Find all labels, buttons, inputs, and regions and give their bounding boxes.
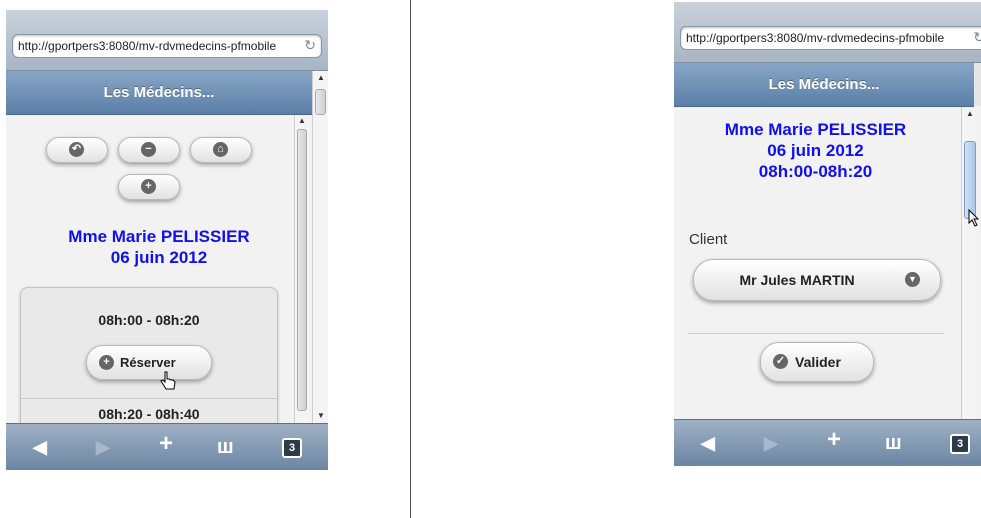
scroll-up-arrow[interactable]: ▲ bbox=[966, 109, 974, 118]
reserve-button[interactable]: + Réserver bbox=[86, 345, 212, 380]
add-bookmark-icon[interactable]: + bbox=[827, 428, 841, 452]
separator-line bbox=[410, 0, 411, 518]
page-content: ↶ − ⌂ + Mme Marie PELISSIER 06 juin 2012… bbox=[6, 115, 312, 439]
forward-icon[interactable]: ▶ bbox=[764, 433, 778, 453]
tabs-icon[interactable]: 3 bbox=[282, 438, 302, 458]
page-scrollbar[interactable] bbox=[974, 63, 981, 106]
slot-divider bbox=[21, 398, 277, 399]
tabs-icon[interactable]: 3 bbox=[950, 434, 970, 454]
back-arrow-icon: ↶ bbox=[69, 142, 84, 157]
content-scroll-thumb[interactable] bbox=[297, 129, 307, 411]
page-title: Les Médecins... bbox=[103, 84, 215, 101]
page-title: Les Médecins... bbox=[768, 76, 880, 93]
checkmark-icon: ✓ bbox=[773, 354, 788, 369]
forward-icon[interactable]: ▶ bbox=[96, 437, 110, 457]
appointment-time: 08h:00-08h:20 bbox=[758, 162, 873, 181]
plus-icon: + bbox=[99, 355, 114, 370]
content-scrollbar[interactable]: ▲ bbox=[961, 107, 980, 420]
phone-screen-right: http://gportpers3:8080/mv-rdvmedecins-pf… bbox=[674, 2, 981, 466]
tabs-count: 3 bbox=[956, 438, 964, 450]
page-scrollbar[interactable]: ▲ ▼ bbox=[312, 71, 328, 424]
validate-button[interactable]: ✓ Valider bbox=[760, 342, 874, 382]
plus-icon: + bbox=[141, 179, 156, 194]
appointment-date: 06 juin 2012 bbox=[767, 141, 864, 160]
remove-button[interactable]: − bbox=[118, 137, 180, 163]
back-icon[interactable]: ◀ bbox=[701, 433, 715, 453]
browser-address-bar: http://gportpers3:8080/mv-rdvmedecins-pf… bbox=[6, 10, 328, 71]
browser-address-bar: http://gportpers3:8080/mv-rdvmedecins-pf… bbox=[674, 2, 981, 63]
reload-icon[interactable]: ↻ bbox=[973, 30, 981, 44]
add-bookmark-icon[interactable]: + bbox=[159, 432, 173, 456]
scroll-up-arrow[interactable]: ▲ bbox=[317, 73, 325, 82]
header-bar: Les Médecins... bbox=[674, 63, 974, 107]
doctor-name: Mme Marie PELISSIER bbox=[724, 120, 907, 139]
slot-card: 08h:00 - 08h:20 + Réserver 08h:20 - 08h:… bbox=[20, 287, 278, 439]
url-text: http://gportpers3:8080/mv-rdvmedecins-pf… bbox=[18, 39, 277, 53]
safari-tabbar: ◀ ▶ + ш 3 bbox=[674, 419, 981, 466]
scroll-down-arrow[interactable]: ▼ bbox=[317, 411, 325, 420]
client-label: Client bbox=[689, 231, 728, 248]
safari-tabbar: ◀ ▶ + ш 3 bbox=[6, 423, 328, 470]
reserve-label: Réserver bbox=[120, 355, 176, 370]
page-content: Mme Marie PELISSIER 06 juin 2012 08h:00-… bbox=[674, 107, 981, 420]
tabs-count: 3 bbox=[288, 442, 296, 454]
content-scrollbar[interactable]: ▲ bbox=[294, 115, 309, 424]
appointment-date: 06 juin 2012 bbox=[110, 248, 208, 267]
url-text: http://gportpers3:8080/mv-rdvmedecins-pf… bbox=[686, 31, 945, 45]
reload-icon[interactable]: ↻ bbox=[304, 38, 316, 52]
header-bar: Les Médecins... bbox=[6, 71, 312, 115]
arrow-cursor-icon bbox=[968, 209, 980, 227]
page-scroll-thumb[interactable] bbox=[315, 89, 326, 115]
form-divider bbox=[688, 333, 944, 334]
back-button[interactable]: ↶ bbox=[46, 137, 108, 163]
url-field[interactable]: http://gportpers3:8080/mv-rdvmedecins-pf… bbox=[12, 34, 322, 58]
content-scroll-thumb[interactable] bbox=[964, 141, 976, 219]
slot-time: 08h:00 - 08h:20 bbox=[98, 312, 200, 328]
client-select[interactable]: Mr Jules MARTIN ▼ bbox=[693, 259, 941, 301]
url-field[interactable]: http://gportpers3:8080/mv-rdvmedecins-pf… bbox=[680, 26, 981, 50]
add-button[interactable]: + bbox=[118, 174, 180, 200]
next-slot-time: 08h:20 - 08h:40 bbox=[98, 406, 200, 422]
home-button[interactable]: ⌂ bbox=[190, 137, 252, 163]
doctor-name: Mme Marie PELISSIER bbox=[68, 227, 250, 246]
hand-cursor-icon bbox=[160, 371, 176, 390]
validate-label: Valider bbox=[795, 354, 841, 370]
phone-screen-left: http://gportpers3:8080/mv-rdvmedecins-pf… bbox=[6, 10, 328, 470]
client-select-value: Mr Jules MARTIN bbox=[739, 272, 855, 288]
back-icon[interactable]: ◀ bbox=[33, 437, 47, 457]
scroll-up-arrow[interactable]: ▲ bbox=[298, 116, 306, 125]
chevron-down-icon: ▼ bbox=[905, 272, 920, 287]
bookmarks-book-icon[interactable]: ш bbox=[885, 433, 902, 453]
bookmarks-book-icon[interactable]: ш bbox=[217, 437, 234, 457]
home-icon: ⌂ bbox=[213, 142, 228, 157]
minus-icon: − bbox=[141, 142, 156, 157]
